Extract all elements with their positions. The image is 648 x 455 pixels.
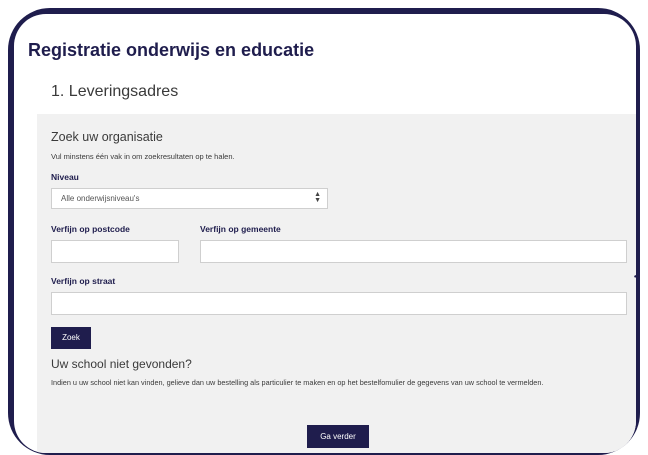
municipality-label: Verfijn op gemeente [200,224,281,234]
level-select[interactable]: Alle onderwijsniveau's ▲ ▼ [51,188,328,209]
level-label: Niveau [51,172,79,182]
not-found-title: Uw school niet gevonden? [51,357,192,371]
select-arrows-icon: ▲ ▼ [314,191,321,204]
search-button[interactable]: Zoek [51,327,91,349]
postcode-label: Verfijn op postcode [51,224,130,234]
postcode-input[interactable] [51,240,179,263]
street-input[interactable] [51,292,627,315]
search-card [37,114,636,453]
not-found-text: Indien u uw school niet kan vinden, geli… [51,378,544,387]
section-title: 1. Leveringsadres [51,83,179,100]
level-select-value: Alle onderwijsniveau's [61,194,140,203]
street-label: Verfijn op straat [51,276,116,286]
page-title: Registratie onderwijs en educatie [28,40,315,60]
continue-button[interactable]: Ga verder [307,425,369,448]
page-panel: Registratie onderwijs en educatie 1. Lev… [14,14,636,453]
search-title: Zoek uw organisatie [51,130,163,144]
search-hint: Vul minstens één vak in om zoekresultate… [51,152,235,161]
municipality-input[interactable] [200,240,627,263]
